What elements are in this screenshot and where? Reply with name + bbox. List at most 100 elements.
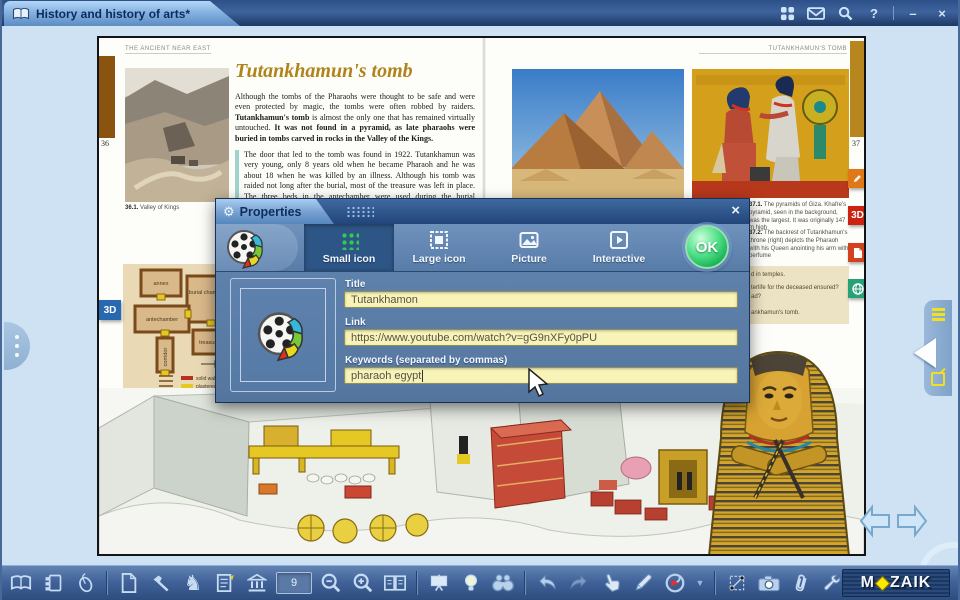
dialog-tabs: Small icon Large icon Picture Interactiv… [304, 224, 664, 271]
tutankhamun-throne-image[interactable] [692, 69, 849, 198]
window-title: History and history of arts* [36, 7, 190, 21]
keywords-field-label: Keywords (separated by commas) [345, 355, 507, 366]
tab-picture[interactable]: Picture [484, 224, 574, 271]
lightbulb-button[interactable] [458, 570, 484, 596]
undo-button[interactable] [534, 570, 560, 596]
svg-text:annex: annex [154, 281, 169, 287]
next-page-arrow[interactable] [895, 502, 929, 540]
drag-handle-dots[interactable] [346, 206, 374, 218]
svg-text:antechamber: antechamber [146, 317, 178, 323]
minimize-button[interactable]: – [903, 4, 923, 22]
large-icon-stamp-icon [429, 230, 449, 250]
globe-badge[interactable] [848, 279, 866, 298]
toolbar-separator [416, 571, 418, 595]
help-icon[interactable]: ? [864, 4, 884, 22]
toolbar-separator [524, 571, 526, 595]
tab-small-icon[interactable]: Small icon [304, 224, 394, 271]
caption-37-1: 37.1. The pyramids of Giza. Khafre's pyr… [749, 202, 849, 233]
exercise-pen-badge[interactable] [848, 169, 866, 188]
search-icon[interactable] [835, 4, 855, 22]
toolbar-separator [106, 571, 108, 595]
tab-interactive[interactable]: Interactive [574, 224, 664, 271]
dialog-title-tab: ⚙ Properties [216, 199, 334, 224]
gear-icon: ⚙ [223, 204, 235, 220]
question-fragment-2: terlife for the deceased ensured? [751, 285, 839, 292]
article-title: Tutankhamun's tomb [235, 60, 413, 83]
record-tool-button[interactable] [662, 570, 688, 596]
zoom-in-button[interactable] [350, 570, 376, 596]
link-input[interactable]: https://www.youtube.com/watch?v=gG9nXFy0… [344, 329, 738, 346]
question-fragment-1: d in temples. [751, 272, 785, 279]
bottom-toolbar: ♞ 9 [2, 565, 958, 600]
caption-37-2: 37.2. The backrest of Tutankhamun's thro… [749, 230, 849, 261]
link-field-label: Link [345, 317, 366, 328]
exercise-sheet-button[interactable] [212, 570, 238, 596]
media-type-bulge [216, 224, 298, 271]
close-button[interactable]: × [932, 4, 952, 22]
double-page-button[interactable] [382, 570, 408, 596]
apps-grid-icon[interactable] [777, 4, 797, 22]
paragraph-2: The door that led to the tomb was found … [244, 150, 475, 190]
question-fragment-4: ankhamun's tomb. [751, 310, 800, 317]
camera-button[interactable] [756, 570, 782, 596]
ok-button[interactable]: OK [685, 225, 729, 269]
book-title-tab[interactable]: History and history of arts* [4, 1, 240, 26]
page-number-box[interactable]: 9 [276, 572, 312, 594]
valley-of-kings-photo[interactable] [125, 68, 229, 202]
pen-button[interactable] [630, 570, 656, 596]
edit-panel-icon[interactable] [931, 372, 945, 386]
picture-icon [519, 230, 539, 250]
chapter-color-bar-right [850, 41, 864, 137]
previous-page-arrow[interactable] [858, 502, 892, 540]
mozabook-window: History and history of arts* ? – × 36 TH… [0, 0, 960, 600]
paperclip-button[interactable] [788, 570, 814, 596]
running-header-left: THE ANCIENT NEAR EAST [125, 46, 211, 54]
mail-icon[interactable] [806, 4, 826, 22]
title-input[interactable]: Tutankhamon [344, 291, 738, 308]
dialog-titlebar[interactable]: ⚙ Properties × [216, 199, 749, 224]
interactive-play-icon [609, 230, 629, 250]
properties-dialog: ⚙ Properties × Small icon [215, 198, 750, 403]
film-reel-icon-large [254, 308, 312, 362]
binoculars-button[interactable] [490, 570, 516, 596]
pyramids-photo[interactable] [512, 69, 684, 198]
chapter-color-bar-left [99, 56, 115, 138]
mozaik-logo[interactable]: MZAIK [842, 569, 950, 597]
question-fragment-3: ad? [751, 294, 761, 301]
dialog-close-button[interactable]: × [731, 202, 740, 220]
svg-text:solid wall: solid wall [196, 376, 216, 382]
toolbar-separator [714, 571, 716, 595]
redo-button[interactable] [566, 570, 592, 596]
dropdown-arrow[interactable]: ▼ [694, 570, 706, 596]
museum-button[interactable] [244, 570, 270, 596]
new-page-button[interactable] [116, 570, 142, 596]
caption-36-1: 36.1. Valley of Kings [125, 205, 179, 213]
chess-knight-button[interactable]: ♞ [180, 570, 206, 596]
3d-scene-badge-right[interactable]: 3D [848, 206, 866, 225]
right-panel-tab[interactable] [924, 300, 952, 396]
film-reel-icon [224, 227, 270, 269]
library-book-button[interactable] [8, 570, 34, 596]
title-field-label: Title [345, 279, 365, 290]
collapse-arrow-icon[interactable] [914, 338, 936, 368]
3d-scene-badge-left[interactable]: 3D [99, 300, 121, 320]
svg-text:corridor: corridor [163, 348, 169, 367]
page-number-right: 37 [852, 139, 860, 148]
window-titlebar: History and history of arts* ? – × [2, 0, 958, 26]
node-select-button[interactable] [724, 570, 750, 596]
mouse-tool-button[interactable] [72, 570, 98, 596]
mouse-cursor [527, 368, 549, 398]
titlebar-separator [893, 6, 894, 20]
tools-hammer-button[interactable] [148, 570, 174, 596]
pointer-hand-button[interactable] [598, 570, 624, 596]
bookmarks-button[interactable] [40, 570, 66, 596]
page-media-badge[interactable] [848, 243, 866, 262]
media-icon-preview [230, 278, 336, 392]
tab-large-icon[interactable]: Large icon [394, 224, 484, 271]
text-caret [422, 370, 423, 382]
left-panel-handle[interactable] [4, 322, 30, 370]
zoom-out-button[interactable] [318, 570, 344, 596]
running-header-right: TUTANKHAMUN'S TOMB [699, 46, 847, 54]
menu-icon[interactable] [932, 308, 945, 323]
presentation-board-button[interactable] [426, 570, 452, 596]
